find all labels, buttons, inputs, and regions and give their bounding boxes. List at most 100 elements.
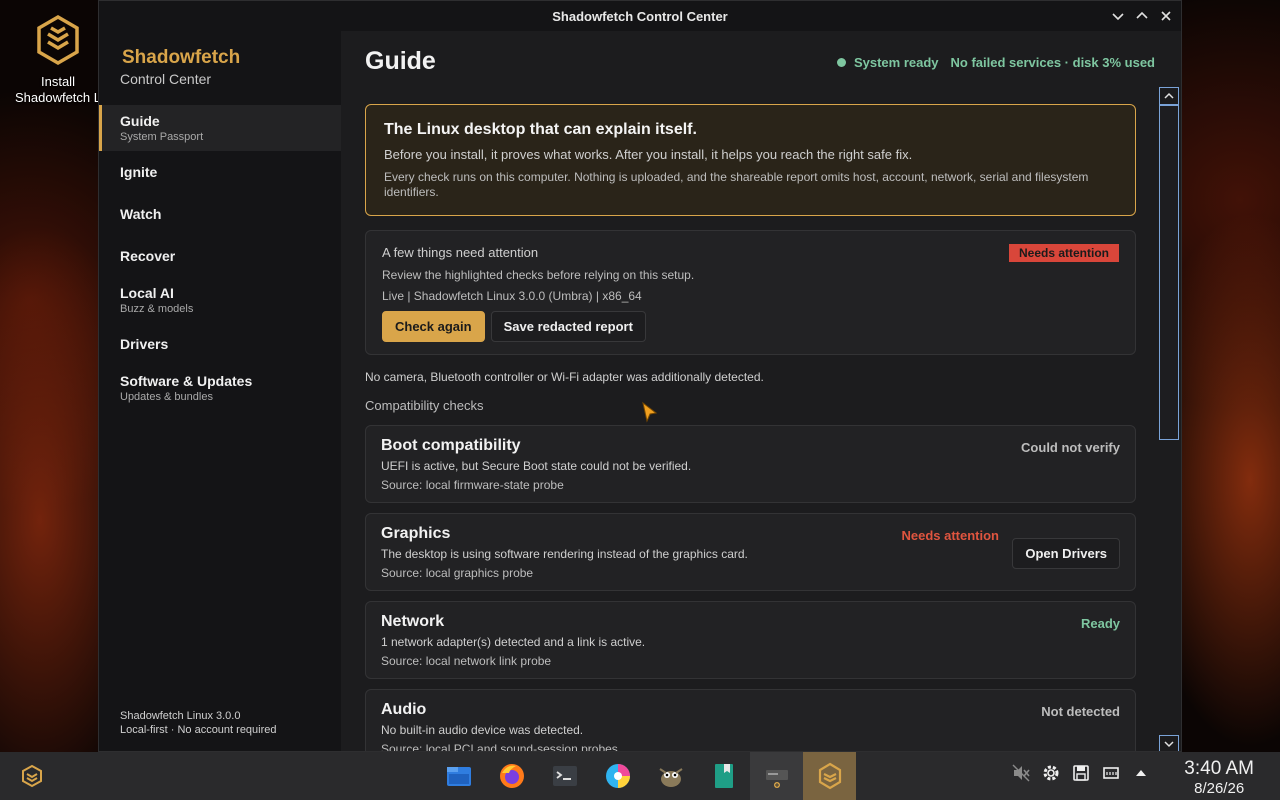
- compatibility-checks-heading: Compatibility checks: [365, 398, 484, 413]
- check-boot-compatibility: Boot compatibility UEFI is active, but S…: [365, 425, 1136, 503]
- start-menu-icon[interactable]: [20, 764, 44, 788]
- check-status: Could not verify: [1021, 440, 1120, 455]
- sidebar-item-drivers[interactable]: Drivers: [99, 323, 341, 365]
- chevron-down-icon: [1164, 741, 1174, 748]
- status-detail: No failed services · disk 3% used: [950, 55, 1155, 70]
- maximize-button[interactable]: [1135, 9, 1149, 23]
- sidebar-item-label: Local AI: [120, 285, 174, 301]
- sidebar-item-label: Guide: [120, 113, 160, 129]
- taskbar-paint[interactable]: [591, 752, 644, 800]
- hero-card: The Linux desktop that can explain itsel…: [365, 104, 1136, 216]
- taskbar-firefox[interactable]: [485, 752, 538, 800]
- sidebar: Shadowfetch Control Center Guide System …: [99, 31, 341, 751]
- brand-name: Shadowfetch: [122, 47, 241, 68]
- check-source: Source: local PCI and sound-session prob…: [381, 742, 618, 752]
- taskbar-installer[interactable]: [750, 752, 803, 800]
- needs-attention-badge: Needs attention: [1008, 244, 1119, 262]
- scroll-up-button[interactable]: [1159, 87, 1179, 105]
- taskbar-terminal[interactable]: [538, 752, 591, 800]
- sidebar-nav: Guide System Passport Ignite Watch Recov…: [99, 105, 341, 411]
- close-button[interactable]: [1159, 9, 1173, 23]
- sidebar-item-software-updates[interactable]: Software & Updates Updates & bundles: [99, 365, 341, 411]
- sidebar-item-sublabel: System Passport: [120, 131, 204, 143]
- save-disk-icon[interactable]: [1072, 764, 1090, 782]
- shadowfetch-logo-icon: [37, 14, 79, 66]
- chevron-up-icon: [1164, 92, 1174, 99]
- shadowfetch-logo-icon: [818, 762, 841, 790]
- scroll-down-button[interactable]: [1159, 735, 1179, 751]
- taskbar-notes[interactable]: [697, 752, 750, 800]
- desktop-icon-label-2: Shadowfetch L: [14, 90, 101, 105]
- check-status: Needs attention: [901, 528, 999, 543]
- paint-app-icon: [605, 764, 630, 788]
- guide-content: The Linux desktop that can explain itsel…: [365, 104, 1136, 752]
- save-redacted-report-button[interactable]: Save redacted report: [490, 311, 646, 342]
- sidebar-item-label: Recover: [120, 248, 176, 264]
- sidebar-item-guide[interactable]: Guide System Passport: [99, 105, 341, 151]
- taskbar-control-center[interactable]: [803, 752, 856, 800]
- system-tray: [1012, 764, 1150, 782]
- status-ready-text: System ready: [853, 55, 939, 70]
- taskbar-apps: [432, 752, 856, 800]
- network-wired-icon[interactable]: [1102, 764, 1120, 782]
- close-icon: [1161, 11, 1171, 21]
- tray-expand-icon[interactable]: [1132, 764, 1150, 782]
- clock-date: 8/26/26: [1194, 780, 1245, 797]
- sidebar-item-local-ai[interactable]: Local AI Buzz & models: [99, 277, 341, 323]
- footer-tagline: Local-first · No account required: [120, 724, 277, 736]
- mouse-cursor-icon: [642, 401, 658, 423]
- sidebar-item-label: Ignite: [120, 164, 158, 180]
- chevron-down-icon: [1112, 13, 1124, 21]
- vertical-scrollbar[interactable]: [1159, 83, 1181, 751]
- window-titlebar[interactable]: Shadowfetch Control Center: [99, 1, 1181, 31]
- gimp-icon: [658, 768, 683, 787]
- sidebar-item-watch[interactable]: Watch: [99, 193, 341, 235]
- taskbar: 3:40 AM 8/26/26: [0, 752, 1280, 800]
- check-description: 1 network adapter(s) detected and a link…: [381, 635, 646, 649]
- check-source: Source: local network link probe: [381, 654, 552, 668]
- main-panel: Guide System ready No failed services · …: [341, 31, 1181, 751]
- system-status: System ready No failed services · disk 3…: [836, 55, 1155, 70]
- checks-list: Boot compatibility UEFI is active, but S…: [365, 425, 1136, 752]
- attention-card: A few things need attention Needs attent…: [365, 230, 1136, 355]
- sidebar-item-label: Drivers: [120, 336, 169, 352]
- check-title: Boot compatibility: [381, 437, 521, 454]
- sidebar-item-ignite[interactable]: Ignite: [99, 151, 341, 193]
- terminal-icon: [552, 766, 577, 786]
- settings-gear-icon[interactable]: [1042, 764, 1060, 782]
- folder-icon: [446, 767, 471, 786]
- sidebar-item-label: Software & Updates: [120, 373, 253, 389]
- control-center-window: Shadowfetch Control Center Shadowfetch C…: [98, 0, 1182, 752]
- clock-time: 3:40 AM: [1184, 758, 1254, 779]
- brand-subtitle: Control Center: [120, 71, 212, 87]
- hero-privacy-text: Every check runs on this computer. Nothi…: [384, 170, 1089, 199]
- page-title: Guide: [365, 47, 436, 75]
- check-title: Graphics: [381, 525, 451, 542]
- status-dot-icon: [836, 58, 846, 67]
- sidebar-item-label: Watch: [120, 206, 162, 222]
- check-source: Source: local firmware-state probe: [381, 478, 564, 492]
- sidebar-item-sublabel: Buzz & models: [120, 303, 194, 315]
- check-status: Ready: [1080, 616, 1120, 631]
- detection-note: No camera, Bluetooth controller or Wi-Fi…: [365, 370, 764, 384]
- window-title: Shadowfetch Control Center: [552, 8, 728, 24]
- chevron-up-icon: [1136, 11, 1148, 19]
- taskbar-files[interactable]: [432, 752, 485, 800]
- hero-heading: The Linux desktop that can explain itsel…: [384, 121, 697, 138]
- volume-muted-icon[interactable]: [1012, 764, 1030, 782]
- footer-version: Shadowfetch Linux 3.0.0: [120, 710, 241, 722]
- check-again-button[interactable]: Check again: [382, 311, 485, 342]
- sidebar-item-recover[interactable]: Recover: [99, 235, 341, 277]
- scroll-thumb[interactable]: [1159, 105, 1179, 440]
- taskbar-gimp[interactable]: [644, 752, 697, 800]
- scroll-track[interactable]: [1159, 105, 1179, 731]
- open-drivers-button[interactable]: Open Drivers: [1012, 538, 1120, 569]
- check-network: Network 1 network adapter(s) detected an…: [365, 601, 1136, 679]
- hero-text: Before you install, it proves what works…: [384, 147, 913, 162]
- drive-installer-icon: [765, 770, 788, 788]
- sidebar-footer: Shadowfetch Linux 3.0.0 Local-first · No…: [120, 709, 277, 737]
- minimize-button[interactable]: [1111, 9, 1125, 23]
- notebook-icon: [714, 764, 733, 788]
- check-source: Source: local graphics probe: [381, 566, 534, 580]
- taskbar-clock[interactable]: 3:40 AM 8/26/26: [1184, 758, 1254, 797]
